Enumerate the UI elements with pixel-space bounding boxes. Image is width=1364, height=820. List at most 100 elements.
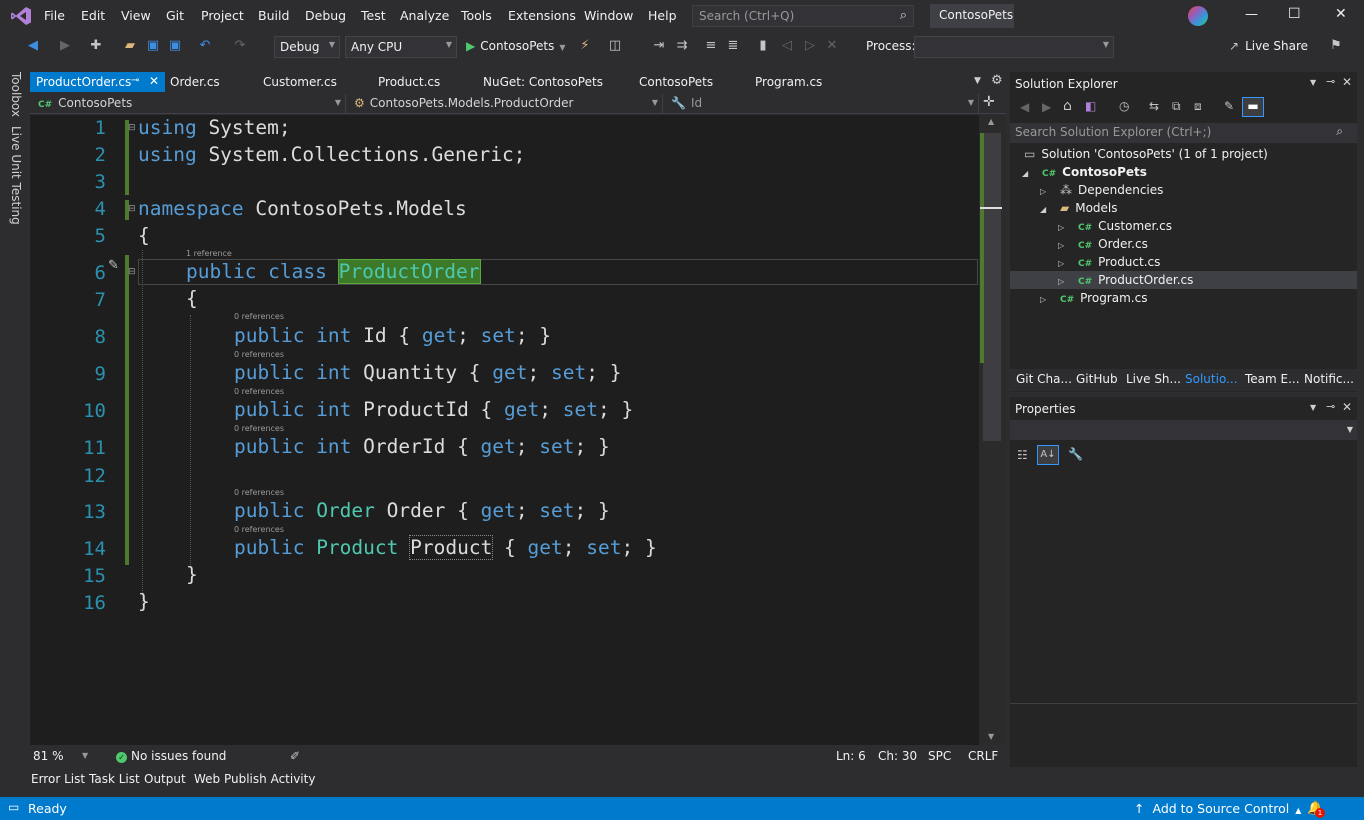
feedback-icon[interactable]: ⚑ — [1328, 38, 1344, 54]
codelens-references[interactable]: 0 references — [234, 387, 284, 396]
notifications-button[interactable]: 🔔 1 — [1307, 800, 1325, 818]
collapse-icon[interactable]: ⊟ — [128, 123, 136, 133]
menu-file[interactable]: File — [44, 8, 65, 23]
editor-scrollbar[interactable]: ▲ ▼ — [979, 115, 1006, 745]
tab-github[interactable]: GitHub — [1076, 372, 1118, 386]
menu-git[interactable]: Git — [166, 8, 184, 23]
tab-task-list[interactable]: Task List — [89, 772, 140, 786]
clear-bookmarks-icon[interactable]: ✕ — [824, 38, 840, 54]
scrollbar-thumb[interactable] — [983, 133, 1001, 441]
menu-window[interactable]: Window — [584, 8, 633, 23]
live-unit-testing-tab[interactable]: Live Unit Testing — [9, 126, 23, 225]
show-all-files-icon[interactable]: ⧈ — [1194, 99, 1202, 114]
solution-search-input[interactable]: Search Solution Explorer (Ctrl+;) ⌕ — [1010, 123, 1357, 143]
toolbox-tab[interactable]: Toolbox — [9, 72, 23, 117]
tree-file-order[interactable]: C# Order.cs — [1078, 237, 1148, 251]
menu-test[interactable]: Test — [361, 8, 386, 23]
avatar[interactable] — [1188, 6, 1208, 26]
column-indicator[interactable]: Ch: 30 — [878, 749, 917, 763]
vs-switch-view-icon[interactable]: ◧ — [1085, 99, 1096, 113]
menu-tools[interactable]: Tools — [461, 8, 492, 23]
tab-contosopets[interactable]: ContosoPets — [633, 72, 719, 92]
maximize-button[interactable]: ☐ — [1288, 6, 1301, 22]
scroll-up-icon[interactable]: ▲ — [988, 117, 994, 126]
close-button[interactable]: ✕ — [1335, 6, 1347, 22]
tab-output[interactable]: Output — [144, 772, 186, 786]
eol-indicator[interactable]: CRLF — [968, 749, 998, 763]
tree-dependencies[interactable]: ⁂ Dependencies — [1060, 183, 1163, 197]
collapsed-icon[interactable]: ▷ — [1058, 223, 1064, 232]
collapsed-icon[interactable]: ▷ — [1058, 259, 1064, 268]
process-dropdown[interactable]: ▼ — [914, 36, 1114, 58]
menu-debug[interactable]: Debug — [305, 8, 346, 23]
forward-icon[interactable]: ▶ — [57, 38, 73, 54]
minimize-button[interactable]: — — [1245, 7, 1258, 22]
browser-link-icon[interactable]: ◫ — [607, 38, 623, 54]
home-icon[interactable]: ⌂ — [1063, 98, 1072, 114]
tab-notifications[interactable]: Notific... — [1304, 372, 1354, 386]
tab-program-cs[interactable]: Program.cs — [749, 72, 828, 92]
member-dropdown[interactable]: 🔧 Id ▼ — [667, 94, 979, 113]
menu-analyze[interactable]: Analyze — [400, 8, 449, 23]
open-folder-icon[interactable]: ▰ — [122, 38, 138, 54]
line-indicator[interactable]: Ln: 6 — [836, 749, 866, 763]
tab-team-explorer[interactable]: Team E... — [1245, 372, 1300, 386]
tab-live-share[interactable]: Live Sh... — [1126, 372, 1181, 386]
zoom-dropdown[interactable]: 81 % ▼ — [30, 748, 92, 766]
spacing-indicator[interactable]: SPC — [928, 749, 951, 763]
save-icon[interactable]: ▣ — [145, 38, 161, 54]
platform-dropdown[interactable]: Any CPU ▼ — [345, 36, 457, 58]
collapse-icon[interactable]: ⊟ — [128, 204, 136, 214]
type-dropdown[interactable]: ⚙ ContosoPets.Models.ProductOrder ▼ — [350, 94, 663, 113]
save-all-icon[interactable]: ▣ — [167, 38, 183, 54]
code-editor[interactable]: ⊟ ⊟ ⊟ ✎ 1 2 3 4 5 6 7 8 9 10 11 12 13 14… — [30, 115, 979, 745]
configuration-dropdown[interactable]: Debug ▼ — [274, 36, 340, 58]
tab-product-cs[interactable]: Product.cs — [372, 72, 446, 92]
close-tab-icon[interactable]: ✕ — [149, 74, 159, 88]
menu-build[interactable]: Build — [258, 8, 289, 23]
prev-bookmark-icon[interactable]: ◁ — [779, 38, 795, 54]
gear-icon[interactable]: ⚙ — [991, 73, 1003, 88]
collapsed-icon[interactable]: ▷ — [1058, 277, 1064, 286]
tab-customer-cs[interactable]: Customer.cs — [257, 72, 343, 92]
uncomment-icon[interactable]: ≣ — [725, 38, 741, 54]
sync-icon[interactable]: ⇆ — [1149, 99, 1159, 113]
tree-solution[interactable]: ▭ Solution 'ContosoPets' (1 of 1 project) — [1024, 147, 1268, 161]
new-project-icon[interactable]: ✚ — [88, 38, 104, 54]
forward-icon[interactable]: ▶ — [1042, 100, 1051, 114]
tab-productorder-cs[interactable]: ProductOrder.cs ⊸ ✕ — [30, 72, 165, 92]
wrench-icon[interactable]: ✎ — [1224, 99, 1234, 113]
alphabetical-icon[interactable]: A↓ — [1037, 445, 1059, 465]
object-selector-dropdown[interactable]: ▼ — [1010, 420, 1357, 440]
codelens-references[interactable]: 0 references — [234, 350, 284, 359]
bookmark-icon[interactable]: ▮ — [755, 38, 771, 54]
collapsed-icon[interactable]: ▷ — [1058, 241, 1064, 250]
undo-icon[interactable]: ↶ — [197, 38, 213, 54]
quick-actions-icon[interactable]: ✎ — [108, 258, 119, 273]
codelens-references[interactable]: 0 references — [234, 525, 284, 534]
pin-icon[interactable]: ⊸ — [131, 75, 139, 86]
visual-studio-logo-icon[interactable] — [10, 6, 32, 26]
property-pages-icon[interactable]: 🔧 — [1068, 447, 1083, 461]
add-to-source-control-button[interactable]: ↑ Add to Source Control ▲ — [1134, 801, 1301, 816]
redo-icon[interactable]: ↷ — [232, 38, 248, 54]
hot-reload-icon[interactable]: ⚡ — [577, 38, 593, 54]
expanded-icon[interactable]: ◢ — [1022, 169, 1028, 178]
start-debugging-button[interactable]: ▶ ContosoPets ▼ — [463, 37, 568, 57]
split-editor-icon[interactable]: ✛ — [983, 94, 995, 110]
pin-icon[interactable]: ⊸ — [1326, 400, 1335, 413]
menu-help[interactable]: Help — [648, 8, 677, 23]
collapse-icon[interactable]: ⊟ — [128, 267, 136, 277]
tab-nuget-contosopets[interactable]: NuGet: ContosoPets — [477, 72, 609, 92]
tab-solution-explorer[interactable]: Solutio... — [1185, 372, 1238, 386]
back-icon[interactable]: ◀ — [25, 38, 41, 54]
panel-menu-icon[interactable]: ▼ — [1310, 78, 1316, 87]
tree-file-product[interactable]: C# Product.cs — [1078, 255, 1160, 269]
step-into-icon[interactable]: ⇥ — [651, 38, 667, 54]
tab-web-publish-activity[interactable]: Web Publish Activity — [194, 772, 315, 786]
pin-icon[interactable]: ⊸ — [1326, 75, 1335, 88]
menu-extensions[interactable]: Extensions — [508, 8, 576, 23]
collapse-all-icon[interactable]: ⧉ — [1172, 99, 1181, 114]
tab-git-changes[interactable]: Git Cha... — [1016, 372, 1072, 386]
issues-indicator[interactable]: ✓ No issues found — [116, 749, 226, 763]
